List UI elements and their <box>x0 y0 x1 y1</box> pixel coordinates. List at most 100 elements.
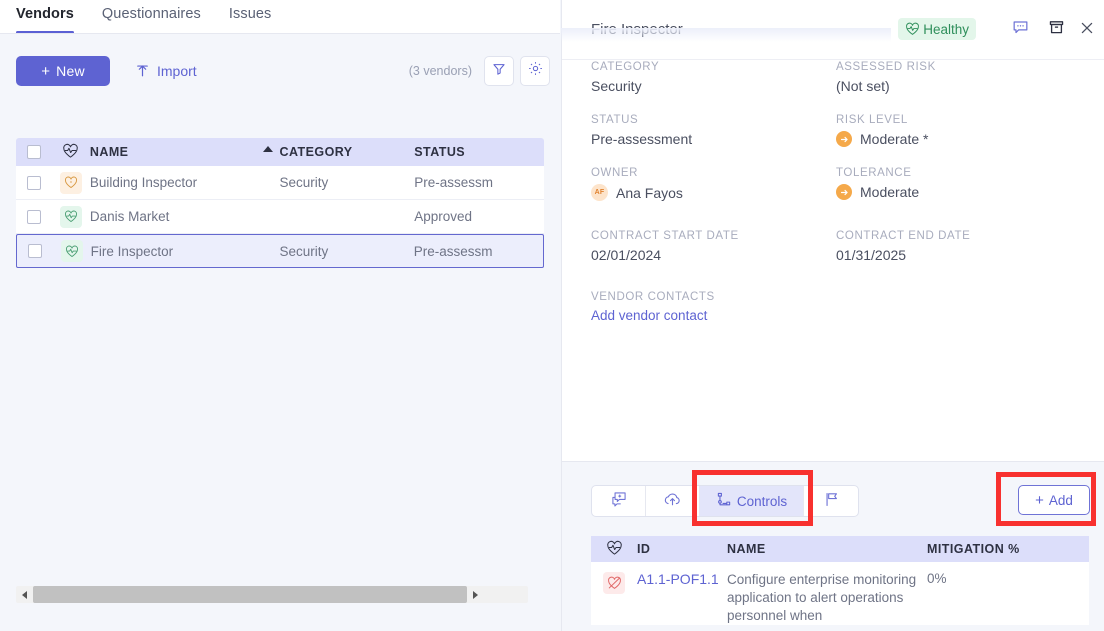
vendors-panel: + New Import (3 vendors) NAME CATEGORY S… <box>0 34 560 631</box>
row-category: Security <box>279 175 329 190</box>
column-status[interactable]: STATUS <box>414 145 544 159</box>
tab-controls-label: Controls <box>736 493 788 509</box>
row-status: Approved <box>414 209 473 224</box>
health-icon <box>62 143 79 162</box>
upload-icon <box>135 64 150 79</box>
tab-questionnaires[interactable]: Questionnaires <box>102 0 215 34</box>
controls-column-health[interactable] <box>591 540 637 559</box>
arrow-right-badge-icon <box>836 131 852 147</box>
app-root: Vendors Questionnaires Issues + New Impo… <box>0 0 1104 631</box>
field-category: CATEGORY Security <box>591 61 836 94</box>
row-checkbox[interactable] <box>26 209 41 224</box>
field-status-label: STATUS <box>591 114 639 126</box>
flag-icon <box>823 491 840 511</box>
field-tolerance-value-wrap: Moderate <box>836 184 1081 200</box>
table-row[interactable]: Danis Market Approved <box>16 200 544 234</box>
close-button[interactable] <box>1075 18 1099 42</box>
detail-field-row: OWNER AF Ana Fayos TOLERANCE Moderate <box>591 167 1081 201</box>
import-button[interactable]: Import <box>135 56 197 86</box>
tab-documents[interactable] <box>646 486 700 516</box>
tab-issues-related[interactable] <box>804 486 858 516</box>
field-tolerance: TOLERANCE Moderate <box>836 167 1081 201</box>
health-icon <box>606 540 623 559</box>
row-select-cell[interactable] <box>17 244 53 258</box>
row-category: Security <box>279 243 329 259</box>
cloud-upload-icon <box>663 491 682 511</box>
control-id-link[interactable]: A1.1-POF1.1 <box>637 571 719 587</box>
table-row[interactable]: Fire Inspector Security Pre-assessm <box>16 234 544 268</box>
field-tolerance-label: TOLERANCE <box>836 167 912 179</box>
column-category-label: CATEGORY <box>279 145 353 159</box>
field-status-value: Pre-assessment <box>591 131 693 147</box>
new-button[interactable]: + New <box>16 56 110 86</box>
avatar: AF <box>591 184 608 201</box>
detail-field-row: STATUS Pre-assessment RISK LEVEL Moderat… <box>591 114 1081 147</box>
tab-questionnaires-label: Questionnaires <box>101 6 201 22</box>
tab-vendors[interactable]: Vendors <box>16 0 88 34</box>
top-navigation: Vendors Questionnaires Issues <box>0 0 560 34</box>
row-health-cell <box>53 240 91 262</box>
archive-button[interactable] <box>1044 18 1068 42</box>
filter-button[interactable] <box>484 56 514 86</box>
tab-issues[interactable]: Issues <box>229 0 286 34</box>
related-items-section: Controls + Add ID NAME MITIGATION % A1.1… <box>562 461 1104 631</box>
plus-icon: + <box>1035 491 1044 509</box>
scroll-left-button[interactable] <box>16 590 33 599</box>
add-button[interactable]: + Add <box>1018 485 1090 515</box>
scroll-right-button[interactable] <box>467 590 484 599</box>
table-row[interactable]: Building Inspector Security Pre-assessm <box>16 166 544 200</box>
settings-button[interactable] <box>520 56 550 86</box>
detail-field-row: CATEGORY Security ASSESSED RISK (Not set… <box>591 61 1081 94</box>
control-id[interactable]: A1.1-POF1.1 <box>637 571 727 625</box>
row-select-cell[interactable] <box>16 175 52 190</box>
select-all-checkbox[interactable] <box>26 145 41 159</box>
sort-ascending-icon <box>262 146 273 152</box>
vendors-toolbar: + New Import (3 vendors) <box>0 34 560 104</box>
field-owner-value: Ana Fayos <box>616 184 683 201</box>
field-category-label: CATEGORY <box>591 61 660 73</box>
heart-pulse-icon <box>905 22 920 36</box>
heart-pulse-icon <box>60 240 83 262</box>
controls-column-mitigation[interactable]: MITIGATION % <box>927 542 1077 556</box>
row-status: Pre-assessm <box>414 175 494 190</box>
column-category[interactable]: CATEGORY <box>262 145 415 159</box>
heart-slash-icon <box>603 572 625 594</box>
tab-issues-label: Issues <box>228 6 272 22</box>
control-mitigation: 0% <box>927 571 947 586</box>
filter-icon <box>492 62 506 81</box>
controls-table-header: ID NAME MITIGATION % <box>591 536 1089 562</box>
new-button-label: New <box>56 63 85 79</box>
controls-column-name[interactable]: NAME <box>727 542 927 556</box>
row-status: Pre-assessm <box>413 243 493 259</box>
field-tolerance-value: Moderate <box>860 184 920 200</box>
tab-questionnaires-related[interactable] <box>592 486 646 516</box>
scrollbar-thumb[interactable] <box>33 586 467 603</box>
field-contract-start-value: 02/01/2024 <box>591 247 662 263</box>
field-contract-start: CONTRACT START DATE 02/01/2024 <box>591 230 836 263</box>
select-all-cell[interactable] <box>16 145 52 159</box>
row-checkbox[interactable] <box>26 175 41 190</box>
controls-column-id[interactable]: ID <box>637 542 727 556</box>
tab-controls[interactable]: Controls <box>700 486 804 516</box>
field-contract-end-value: 01/31/2025 <box>836 247 907 263</box>
add-vendor-contact-link[interactable]: Add vendor contact <box>591 308 840 323</box>
comment-icon <box>1012 19 1029 41</box>
plus-icon: + <box>41 62 51 80</box>
horizontal-scrollbar[interactable] <box>16 586 528 603</box>
field-contract-end-label: CONTRACT END DATE <box>836 230 971 242</box>
table-row[interactable]: A1.1-POF1.1 Configure enterprise monitor… <box>591 562 1089 625</box>
field-contract-end: CONTRACT END DATE 01/31/2025 <box>836 230 1081 263</box>
archive-icon <box>1048 19 1065 41</box>
field-owner-value-wrap: AF Ana Fayos <box>591 184 836 201</box>
row-checkbox[interactable] <box>27 244 42 258</box>
controls-table: ID NAME MITIGATION % A1.1-POF1.1 Configu… <box>591 536 1089 625</box>
row-select-cell[interactable] <box>16 209 52 224</box>
column-health[interactable] <box>52 143 90 162</box>
detail-header: Fire Inspector Healthy <box>562 0 1104 60</box>
field-assessed-risk: ASSESSED RISK (Not set) <box>836 61 1081 94</box>
field-category-value: Security <box>591 78 642 94</box>
triangle-right-icon <box>473 590 478 599</box>
comment-button[interactable] <box>1008 18 1032 42</box>
control-name-text: Configure enterprise monitoring applicat… <box>727 572 917 623</box>
column-name[interactable]: NAME <box>90 145 280 159</box>
